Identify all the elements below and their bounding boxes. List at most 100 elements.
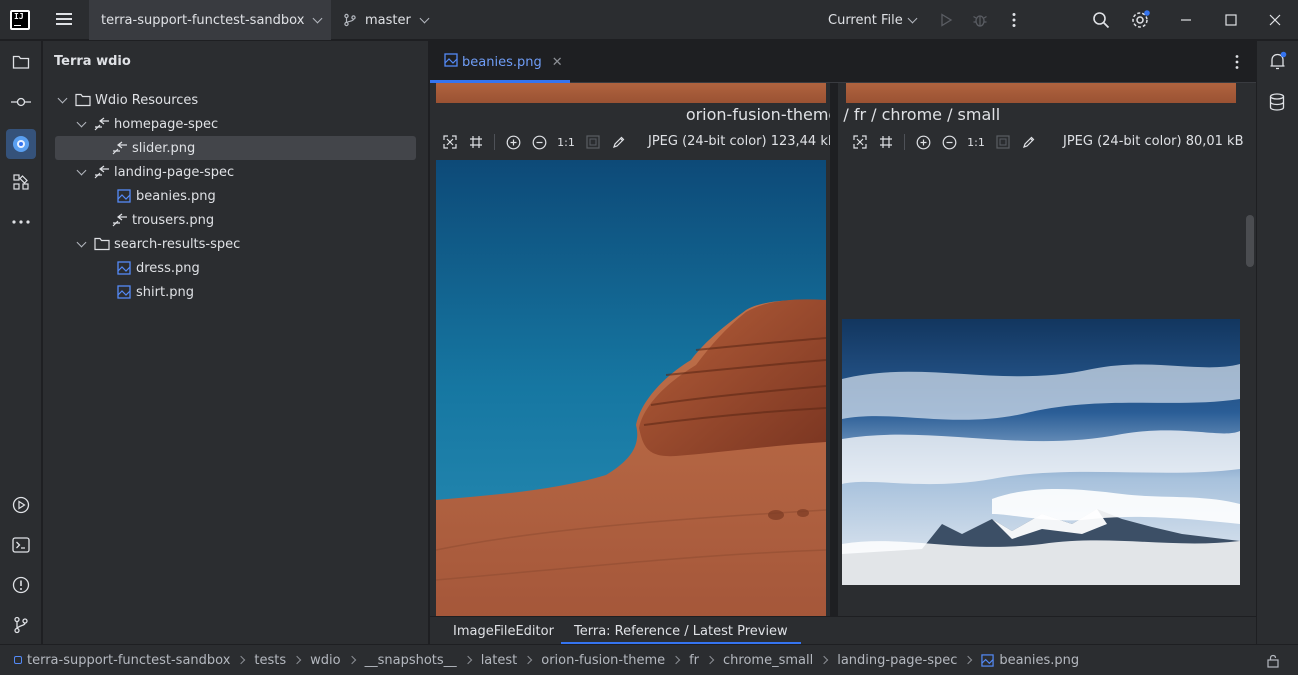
debug-icon[interactable] bbox=[970, 10, 990, 30]
editor-tab-bar: beanies.png ✕ bbox=[430, 41, 1256, 83]
database-icon[interactable] bbox=[1269, 93, 1287, 113]
zoom-in-icon[interactable] bbox=[505, 134, 521, 150]
tab-terra-preview[interactable]: Terra: Reference / Latest Preview bbox=[561, 617, 801, 645]
left-image-toolbar: 1:1 bbox=[442, 133, 637, 151]
tree-item-trousers-png[interactable]: trousers.png bbox=[55, 208, 416, 232]
search-icon[interactable] bbox=[1091, 10, 1111, 30]
run-icon[interactable] bbox=[936, 10, 956, 30]
breadcrumb-item[interactable]: tests bbox=[254, 653, 286, 668]
chevron-down-icon bbox=[76, 165, 87, 175]
image-file-icon bbox=[116, 260, 132, 276]
editor-bottom-tabs: ImageFileEditor Terra: Reference / Lates… bbox=[430, 616, 1256, 645]
breadcrumb-item[interactable]: fr bbox=[689, 653, 699, 668]
zoom-out-icon[interactable] bbox=[531, 134, 547, 150]
terminal-icon[interactable] bbox=[9, 533, 33, 557]
close-tab-icon[interactable]: ✕ bbox=[552, 55, 563, 70]
background-icon[interactable] bbox=[585, 134, 601, 150]
editor-tab-beanies[interactable]: beanies.png ✕ bbox=[430, 41, 570, 83]
tree-item-landing-page-spec[interactable]: landing-page-spec bbox=[55, 160, 416, 184]
right-tool-strip bbox=[1256, 41, 1298, 644]
fit-to-window-icon[interactable] bbox=[852, 134, 868, 150]
lock-icon[interactable] bbox=[1266, 654, 1280, 668]
fit-to-window-icon[interactable] bbox=[442, 134, 458, 150]
vertical-scrollbar[interactable] bbox=[1246, 215, 1254, 267]
diff-icon bbox=[112, 140, 128, 156]
diff-icon bbox=[94, 116, 110, 132]
tree-item-dress-png[interactable]: dress.png bbox=[55, 256, 416, 280]
git-icon[interactable] bbox=[9, 613, 33, 637]
breadcrumb-item[interactable]: orion-fusion-theme bbox=[541, 653, 665, 668]
bottom-tab-label: ImageFileEditor bbox=[453, 623, 554, 639]
chevron-right-icon bbox=[964, 655, 973, 665]
color-picker-icon[interactable] bbox=[611, 134, 627, 150]
actual-size-button[interactable]: 1:1 bbox=[967, 134, 985, 150]
breadcrumb-item[interactable]: terra-support-functest-sandbox bbox=[27, 653, 230, 668]
branch-selector[interactable]: master bbox=[343, 0, 430, 40]
breadcrumb-item[interactable]: latest bbox=[481, 653, 518, 668]
latest-image bbox=[842, 319, 1240, 585]
actual-size-button[interactable]: 1:1 bbox=[557, 134, 575, 150]
image-compare-area: orion-fusion-theme / fr / chrome / small… bbox=[430, 83, 1256, 616]
tree-item-shirt-png[interactable]: shirt.png bbox=[55, 280, 416, 304]
image-file-icon bbox=[116, 188, 132, 204]
bottom-tab-label: Terra: Reference / Latest Preview bbox=[574, 623, 788, 639]
close-window-icon[interactable] bbox=[1265, 10, 1285, 30]
breadcrumb-item[interactable]: beanies.png bbox=[999, 653, 1079, 668]
zoom-out-icon[interactable] bbox=[941, 134, 957, 150]
image-file-icon bbox=[116, 284, 132, 300]
intellij-logo[interactable]: IJ bbox=[10, 10, 30, 30]
more-tools-icon[interactable] bbox=[9, 210, 33, 234]
tab-image-file-editor[interactable]: ImageFileEditor bbox=[453, 617, 554, 645]
tree-item-homepage-spec[interactable]: homepage-spec bbox=[55, 112, 416, 136]
tree-item-label: Wdio Resources bbox=[95, 92, 199, 108]
grid-icon[interactable] bbox=[878, 134, 894, 150]
tree-item-label: dress.png bbox=[136, 260, 200, 276]
run-config-selector[interactable]: Current File bbox=[828, 0, 918, 40]
branch-name: master bbox=[365, 12, 411, 28]
tab-label: beanies.png bbox=[462, 54, 542, 70]
grid-icon[interactable] bbox=[468, 134, 484, 150]
previous-image-strip-left bbox=[436, 83, 826, 103]
left-image-info: JPEG (24-bit color) 123,44 kB bbox=[648, 134, 837, 149]
structure-icon[interactable] bbox=[9, 170, 33, 194]
pane-divider[interactable] bbox=[830, 83, 838, 616]
tree-item-slider-png[interactable]: slider.png bbox=[55, 136, 416, 160]
tree-item-search-results-spec[interactable]: search-results-spec bbox=[55, 232, 416, 256]
settings-gear-icon[interactable] bbox=[1130, 10, 1150, 30]
minimize-window-icon[interactable] bbox=[1176, 10, 1196, 30]
branch-icon bbox=[344, 13, 356, 27]
status-bar-breadcrumbs: terra-support-functest-sandbox tests wdi… bbox=[0, 644, 1298, 675]
chevron-right-icon bbox=[523, 655, 533, 665]
reference-image bbox=[436, 160, 826, 616]
services-run-icon[interactable] bbox=[9, 493, 33, 517]
terra-plugin-icon[interactable] bbox=[6, 129, 36, 159]
maximize-window-icon[interactable] bbox=[1221, 10, 1241, 30]
main-menu-button[interactable] bbox=[52, 10, 78, 30]
breadcrumb-item[interactable]: wdio bbox=[310, 653, 340, 668]
breadcrumb-item[interactable]: landing-page-spec bbox=[837, 653, 957, 668]
notifications-bell-icon[interactable] bbox=[1268, 51, 1288, 71]
zoom-in-icon[interactable] bbox=[915, 134, 931, 150]
folder-icon bbox=[75, 92, 91, 108]
chevron-down-icon bbox=[907, 13, 918, 23]
image-file-icon bbox=[444, 53, 458, 71]
project-selector[interactable]: terra-support-functest-sandbox bbox=[89, 0, 331, 40]
chevron-down-icon bbox=[312, 13, 323, 23]
tree-item-beanies-png[interactable]: beanies.png bbox=[55, 184, 416, 208]
breadcrumb-item[interactable]: chrome_small bbox=[723, 653, 813, 668]
more-options-icon[interactable] bbox=[1004, 10, 1024, 30]
breadcrumb-item[interactable]: __snapshots__ bbox=[365, 653, 457, 668]
project-folder-icon[interactable] bbox=[9, 50, 33, 74]
problems-icon[interactable] bbox=[9, 573, 33, 597]
color-picker-icon[interactable] bbox=[1021, 134, 1037, 150]
module-icon bbox=[14, 656, 22, 664]
background-icon[interactable] bbox=[995, 134, 1011, 150]
tree-item-wdio-resources[interactable]: Wdio Resources bbox=[55, 88, 416, 112]
diff-icon bbox=[112, 212, 128, 228]
chevron-down-icon bbox=[76, 237, 87, 247]
project-name: terra-support-functest-sandbox bbox=[101, 12, 305, 28]
tab-options-icon[interactable] bbox=[1235, 54, 1239, 70]
right-image-toolbar: 1:1 bbox=[852, 133, 1047, 151]
commit-icon[interactable] bbox=[9, 90, 33, 114]
panel-title: Terra wdio bbox=[54, 54, 131, 69]
